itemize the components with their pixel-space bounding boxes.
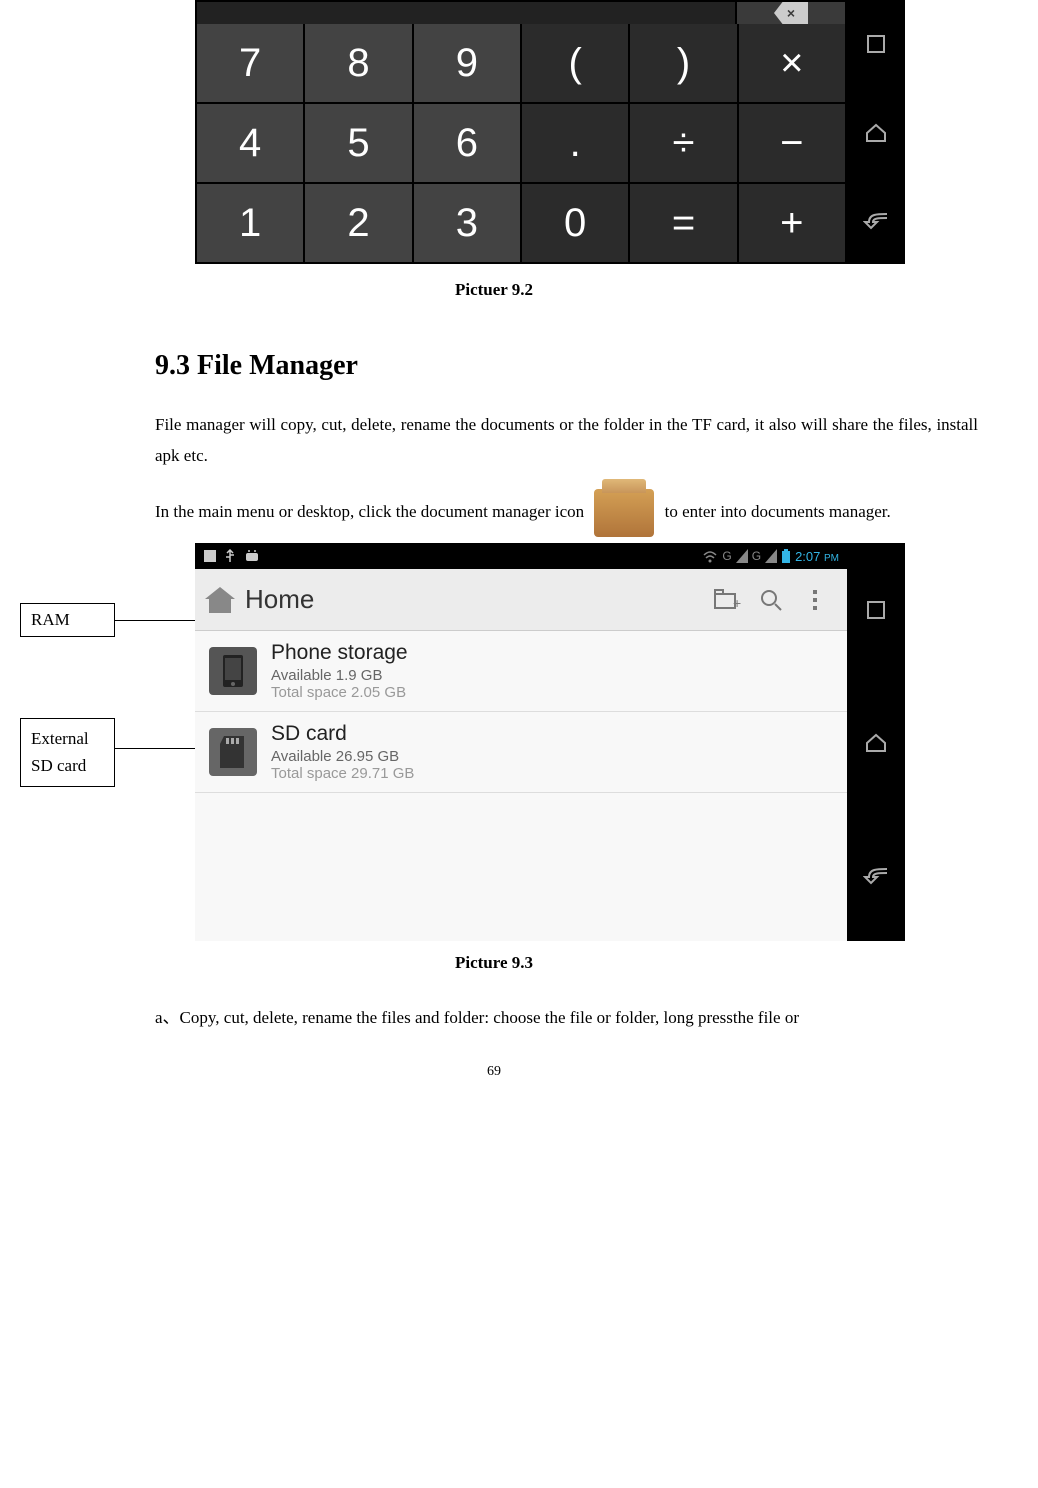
file-manager-app-icon [594, 489, 654, 537]
figure-caption-9-3: Picture 9.3 [10, 953, 978, 973]
phone-storage-icon [209, 647, 257, 695]
back-nav-icon [860, 204, 892, 236]
item-available: Available 26.95 GB [271, 748, 414, 765]
key-dot[interactable]: . [522, 104, 628, 182]
key-9[interactable]: 9 [414, 24, 520, 102]
item-name: SD card [271, 722, 414, 746]
home-nav-icon [860, 116, 892, 148]
key-rparen[interactable]: ) [630, 24, 736, 102]
paragraph-intro: File manager will copy, cut, delete, ren… [155, 410, 978, 471]
item-total: Total space 2.05 GB [271, 684, 408, 701]
notification-icon [203, 549, 217, 563]
signal-g-1: G [722, 549, 731, 563]
overflow-menu-button[interactable] [793, 578, 837, 622]
system-nav-bar-fm [847, 543, 905, 941]
item-name: Phone storage [271, 641, 408, 665]
key-6[interactable]: 6 [414, 104, 520, 182]
annotation-ext-line2: SD card [31, 752, 104, 779]
status-time: 2:07 PM [795, 549, 839, 564]
fm-toolbar: Home + [195, 569, 847, 631]
paragraph-footer: a、Copy, cut, delete, rename the files an… [155, 1003, 978, 1034]
key-0[interactable]: 0 [522, 184, 628, 262]
search-button[interactable] [749, 578, 793, 622]
para2-part-b: to enter into documents manager. [665, 502, 891, 521]
calculator-screenshot: × 7 8 9 ( ) × 4 5 6 . ÷ − 1 2 3 0 = + [195, 0, 905, 264]
key-minus[interactable]: − [739, 104, 845, 182]
key-8[interactable]: 8 [305, 24, 411, 102]
annotation-ram: RAM [20, 603, 115, 637]
key-equals[interactable]: = [630, 184, 736, 262]
new-folder-button[interactable]: + [705, 578, 749, 622]
backspace-icon: × [774, 2, 808, 24]
section-heading: 9.3 File Manager [155, 350, 978, 382]
list-item-sd-card[interactable]: SD card Available 26.95 GB Total space 2… [195, 712, 847, 793]
calculator-display [197, 2, 735, 24]
sd-card-icon [209, 728, 257, 776]
key-multiply[interactable]: × [739, 24, 845, 102]
fm-title: Home [245, 584, 705, 615]
key-plus[interactable]: + [739, 184, 845, 262]
key-5[interactable]: 5 [305, 104, 411, 182]
key-divide[interactable]: ÷ [630, 104, 736, 182]
signal-g-2: G [752, 549, 761, 563]
key-4[interactable]: 4 [197, 104, 303, 182]
item-total: Total space 29.71 GB [271, 765, 414, 782]
wifi-icon [702, 549, 718, 563]
para2-part-a: In the main menu or desktop, click the d… [155, 502, 588, 521]
signal-icon [736, 549, 748, 563]
system-nav-bar [847, 0, 905, 264]
recent-apps-icon [860, 28, 892, 60]
storage-list: Phone storage Available 1.9 GB Total spa… [195, 631, 847, 941]
key-2[interactable]: 2 [305, 184, 411, 262]
svg-text:+: + [733, 595, 741, 611]
recent-apps-icon [860, 594, 892, 626]
android-icon [243, 549, 261, 563]
status-bar: G G 2:07 PM [195, 543, 847, 569]
list-item-phone-storage[interactable]: Phone storage Available 1.9 GB Total spa… [195, 631, 847, 712]
key-7[interactable]: 7 [197, 24, 303, 102]
home-nav-icon [860, 726, 892, 758]
key-lparen[interactable]: ( [522, 24, 628, 102]
back-nav-icon [860, 859, 892, 891]
file-manager-screenshot: G G 2:07 PM Home + [195, 543, 905, 941]
signal-icon-2 [765, 549, 777, 563]
annotation-external-sd: External SD card [20, 718, 115, 786]
backspace-key[interactable]: × [735, 2, 845, 24]
key-1[interactable]: 1 [197, 184, 303, 262]
annotation-ext-line1: External [31, 725, 104, 752]
battery-icon [781, 549, 791, 563]
item-available: Available 1.9 GB [271, 667, 408, 684]
key-3[interactable]: 3 [414, 184, 520, 262]
home-icon [205, 587, 235, 613]
usb-icon [223, 549, 237, 563]
paragraph-icon: In the main menu or desktop, click the d… [155, 489, 978, 537]
page-number: 69 [10, 1064, 978, 1080]
figure-caption-9-2: Pictuer 9.2 [10, 280, 978, 300]
